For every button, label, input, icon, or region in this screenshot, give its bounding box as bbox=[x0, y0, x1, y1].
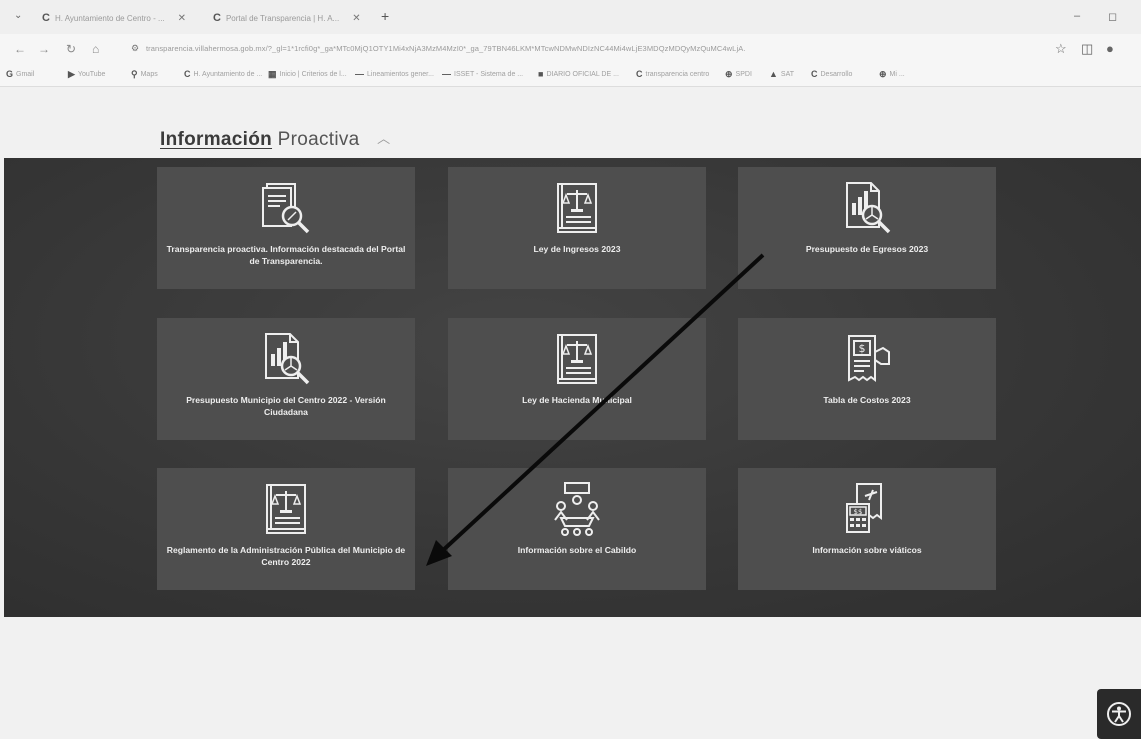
gmail-icon: G bbox=[6, 69, 14, 79]
forward-arrow-icon[interactable]: → bbox=[38, 42, 50, 56]
bookmark-youtube[interactable]: ▶ YouTube bbox=[68, 69, 105, 80]
accessibility-icon bbox=[1107, 702, 1131, 726]
info-grid: Transparencia proactiva. Información des… bbox=[4, 158, 1141, 739]
tab-search-chevron-icon[interactable]: ⌄ bbox=[14, 10, 22, 21]
card-ley-hacienda[interactable]: Ley de Hacienda Municipal bbox=[448, 318, 706, 440]
section-title[interactable]: Información Proactiva ︿ bbox=[160, 128, 390, 151]
globe-icon: ⊕ bbox=[879, 69, 887, 79]
back-arrow-icon[interactable]: ← bbox=[14, 42, 26, 56]
card-viaticos[interactable]: $$ Información sobre viáticos bbox=[738, 468, 996, 590]
maximize-icon[interactable]: ◻ bbox=[1108, 10, 1117, 23]
card-label: Presupuesto de Egresos 2023 bbox=[805, 244, 929, 254]
url-field[interactable]: transparencia.villahermosa.gob.mx/?_gl=1… bbox=[146, 44, 746, 53]
law-book-icon bbox=[557, 183, 597, 233]
site-favicon-icon: C bbox=[811, 69, 818, 79]
sat-icon: ▲ bbox=[769, 69, 778, 79]
bookmark-sat[interactable]: ▲ SAT bbox=[769, 69, 794, 79]
card-reglamento[interactable]: Reglamento de la Administración Pública … bbox=[157, 468, 415, 590]
bookmark-maps[interactable]: ⚲ Maps bbox=[131, 69, 158, 80]
tab-title: H. Ayuntamiento de Centro - ... bbox=[54, 13, 165, 23]
tab-favicon-icon: C bbox=[42, 12, 50, 24]
svg-text:$$: $$ bbox=[854, 508, 863, 516]
section-title-rest: Proactiva bbox=[277, 129, 360, 150]
close-icon[interactable]: ✕ bbox=[178, 13, 186, 24]
page-icon: — bbox=[442, 69, 451, 79]
law-book-icon bbox=[266, 484, 306, 534]
globe-icon: ⊕ bbox=[725, 69, 733, 79]
card-presupuesto-egresos[interactable]: Presupuesto de Egresos 2023 bbox=[738, 167, 996, 289]
council-meeting-icon bbox=[554, 482, 600, 536]
bookmark-transparencia[interactable]: Ctransparencia centro bbox=[636, 69, 709, 79]
address-bar: ← → ↻ ⌂ ⚙ transparencia.villahermosa.gob… bbox=[0, 34, 1141, 64]
bookmark-mi[interactable]: ⊕ Mi ... bbox=[879, 69, 905, 80]
receipt-payment-icon: $ bbox=[848, 335, 890, 382]
tab-ayuntamiento[interactable]: C H. Ayuntamiento de Centro - ... ✕ bbox=[42, 8, 186, 28]
bookmark-diario-oficial[interactable]: ■ DIARIO OFICIAL DE ... bbox=[538, 69, 619, 79]
law-book-icon bbox=[557, 334, 597, 384]
card-transparencia-proactiva[interactable]: Transparencia proactiva. Información des… bbox=[157, 167, 415, 289]
close-icon[interactable]: ✕ bbox=[352, 13, 360, 24]
reload-icon[interactable]: ↻ bbox=[66, 42, 76, 56]
card-label: Tabla de Costos 2023 bbox=[823, 395, 911, 405]
profile-avatar-icon[interactable]: ● bbox=[1106, 41, 1114, 56]
card-label: Transparencia proactiva. Información des… bbox=[166, 244, 406, 266]
bookmark-star-icon[interactable]: ☆ bbox=[1055, 41, 1067, 57]
budget-report-icon bbox=[265, 333, 310, 385]
card-label: Reglamento de la Administración Pública … bbox=[166, 545, 406, 567]
bookmark-criterios[interactable]: ▦ Inicio | Criterios de l... bbox=[268, 69, 347, 80]
svg-text:$: $ bbox=[859, 342, 866, 355]
bookmarks-bar: G Gmail ▶ YouTube ⚲ Maps C H. Ayuntamiento d… bbox=[0, 64, 1141, 87]
new-tab-plus-icon[interactable]: + bbox=[381, 8, 389, 24]
youtube-icon: ▶ bbox=[68, 69, 75, 79]
card-label: Presupuesto Municipio del Centro 2022 - … bbox=[186, 395, 386, 417]
bookmark-lineamientos[interactable]: — Lineamientos gener... bbox=[355, 69, 434, 79]
card-label: Ley de Hacienda Municipal bbox=[522, 395, 632, 405]
bookmark-ayuntamiento[interactable]: C H. Ayuntamiento de ... bbox=[184, 69, 262, 79]
sidebar-icon[interactable]: ◫ bbox=[1081, 41, 1093, 57]
budget-report-icon bbox=[846, 182, 891, 234]
card-label: Información sobre viáticos bbox=[812, 545, 922, 555]
site-info-icon[interactable]: ⚙ bbox=[131, 43, 139, 54]
card-tabla-costos[interactable]: $ Tabla de Costos 2023 bbox=[738, 318, 996, 440]
tab-title: Portal de Transparencia | H. A... bbox=[225, 13, 340, 23]
chevron-up-icon[interactable]: ︿ bbox=[377, 131, 390, 146]
tab-favicon-icon: C bbox=[213, 12, 221, 24]
card-presupuesto-municipio[interactable]: Presupuesto Municipio del Centro 2022 - … bbox=[157, 318, 415, 440]
tab-bar: ⌄ C H. Ayuntamiento de Centro - ... ✕ C … bbox=[0, 0, 1141, 34]
document-search-icon bbox=[262, 183, 310, 234]
section-title-strong: Información bbox=[160, 129, 273, 150]
travel-expenses-icon: $$ bbox=[846, 483, 882, 533]
card-label: Información sobre el Cabildo bbox=[517, 545, 637, 555]
site-favicon-icon: C bbox=[636, 69, 643, 79]
home-icon[interactable]: ⌂ bbox=[92, 42, 99, 56]
card-label: Ley de Ingresos 2023 bbox=[533, 244, 621, 254]
maps-icon: ⚲ bbox=[131, 69, 138, 79]
card-cabildo[interactable]: Información sobre el Cabildo bbox=[448, 468, 706, 590]
minimize-icon[interactable]: – bbox=[1074, 10, 1080, 22]
grid-icon: ▦ bbox=[268, 69, 277, 79]
newspaper-icon: ■ bbox=[538, 69, 544, 79]
page-icon: — bbox=[355, 69, 364, 79]
bookmark-gmail[interactable]: G Gmail bbox=[6, 69, 34, 79]
tab-portal-transparencia[interactable]: C Portal de Transparencia | H. A... ✕ bbox=[213, 8, 361, 28]
card-ley-ingresos[interactable]: Ley de Ingresos 2023 bbox=[448, 167, 706, 289]
bookmark-spdi[interactable]: ⊕ SPDI bbox=[725, 69, 752, 80]
accessibility-button[interactable] bbox=[1097, 689, 1141, 739]
site-favicon-icon: C bbox=[184, 69, 191, 79]
bookmark-desarrollo[interactable]: C Desarrollo bbox=[811, 69, 852, 79]
bookmark-isset[interactable]: — ISSET - Sistema de ... bbox=[442, 69, 523, 79]
